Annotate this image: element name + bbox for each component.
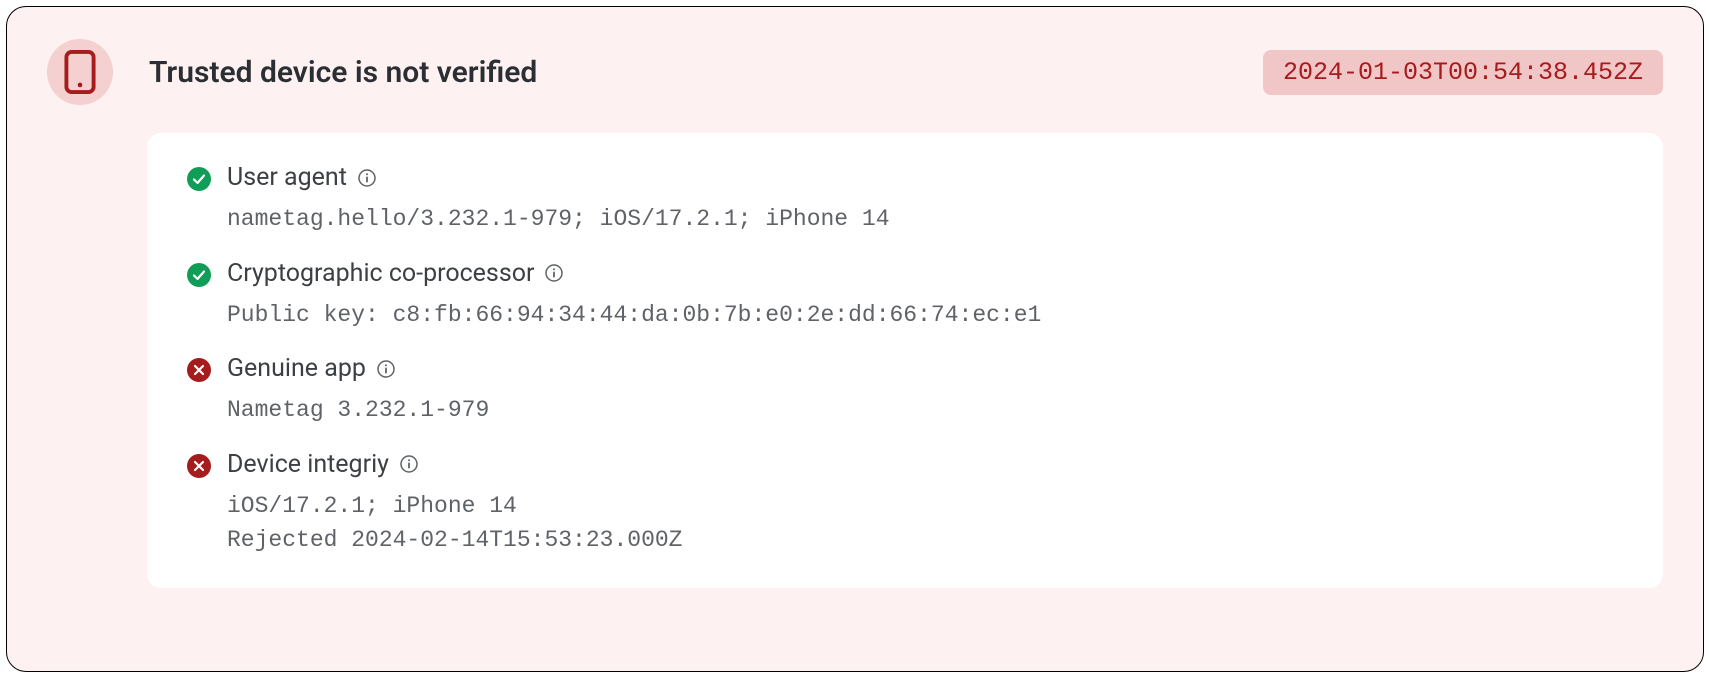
check-fail-icon <box>187 358 211 382</box>
check-row-user-agent: User agent nametag.hello/3.232.1-979; iO… <box>187 163 1623 237</box>
check-label-row: Device integriy <box>227 450 1623 479</box>
info-icon[interactable] <box>544 263 564 283</box>
check-value: Public key: c8:fb:66:94:34:44:da:0b:7b:e… <box>227 298 1623 333</box>
card-header: Trusted device is not verified 2024-01-0… <box>47 39 1663 105</box>
check-content: Cryptographic co-processor Public key: c… <box>227 259 1623 333</box>
check-label-row: User agent <box>227 163 1623 192</box>
card-title: Trusted device is not verified <box>149 55 1227 90</box>
check-row-device-integrity: Device integriy iOS/17.2.1; iPhone 14 Re… <box>187 450 1623 558</box>
check-row-genuine-app: Genuine app Nametag 3.232.1-979 <box>187 354 1623 428</box>
info-icon[interactable] <box>399 454 419 474</box>
check-content: User agent nametag.hello/3.232.1-979; iO… <box>227 163 1623 237</box>
check-value: Nametag 3.232.1-979 <box>227 393 1623 428</box>
info-icon[interactable] <box>357 168 377 188</box>
check-label-row: Genuine app <box>227 354 1623 383</box>
details-panel: User agent nametag.hello/3.232.1-979; iO… <box>147 133 1663 588</box>
check-label: Cryptographic co-processor <box>227 259 534 288</box>
check-ok-icon <box>187 263 211 287</box>
check-value: iOS/17.2.1; iPhone 14 Rejected 2024-02-1… <box>227 489 1623 558</box>
check-content: Genuine app Nametag 3.232.1-979 <box>227 354 1623 428</box>
check-ok-icon <box>187 167 211 191</box>
check-row-crypto: Cryptographic co-processor Public key: c… <box>187 259 1623 333</box>
device-icon-badge <box>47 39 113 105</box>
check-label-row: Cryptographic co-processor <box>227 259 1623 288</box>
mobile-device-icon <box>64 50 96 94</box>
info-icon[interactable] <box>376 359 396 379</box>
check-value: nametag.hello/3.232.1-979; iOS/17.2.1; i… <box>227 202 1623 237</box>
check-label: Genuine app <box>227 354 366 383</box>
check-label: User agent <box>227 163 347 192</box>
check-content: Device integriy iOS/17.2.1; iPhone 14 Re… <box>227 450 1623 558</box>
check-fail-icon <box>187 454 211 478</box>
timestamp-badge: 2024-01-03T00:54:38.452Z <box>1263 50 1663 95</box>
check-label: Device integriy <box>227 450 389 479</box>
device-verification-card: Trusted device is not verified 2024-01-0… <box>6 6 1704 672</box>
